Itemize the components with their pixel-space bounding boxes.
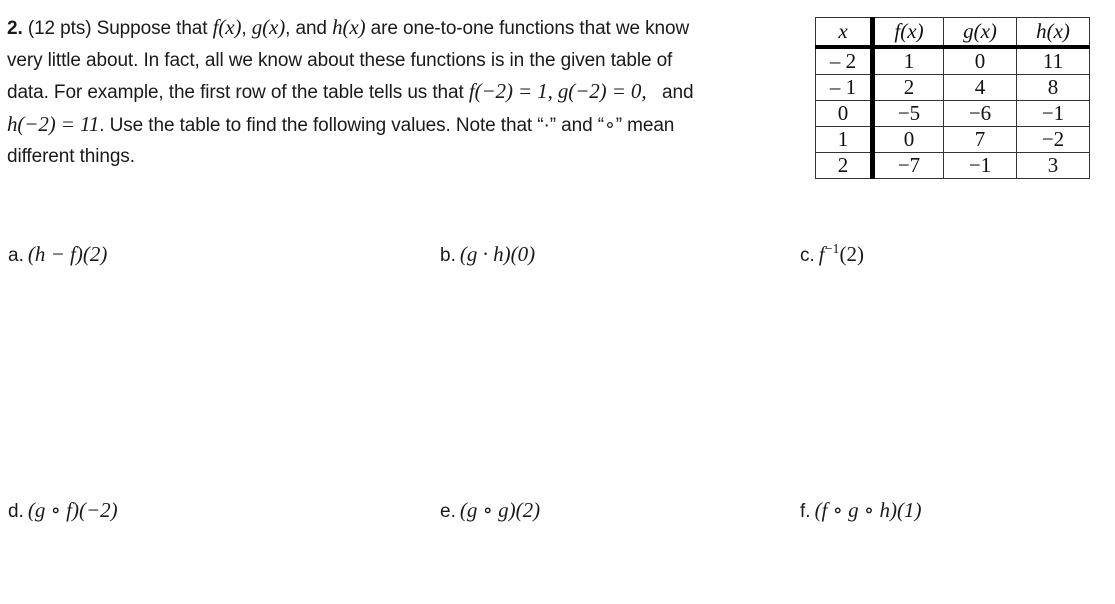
cell-hx: 11	[1016, 46, 1090, 75]
problem-line-4: h(−2) = 11. Use the table to find the fo…	[7, 109, 797, 142]
text-segment: different things.	[7, 146, 135, 167]
question-expression: (g · h)(0)	[459, 242, 536, 266]
question-expression: f−1(2)	[819, 242, 864, 266]
header-x: x	[815, 17, 875, 49]
question-label: e.	[440, 501, 456, 522]
question-c: c. f−1(2)	[800, 242, 864, 267]
text-segment: ,	[241, 18, 252, 39]
text-segment: and	[646, 82, 694, 103]
cell-x: – 1	[815, 74, 875, 101]
header-fx: f(x)	[872, 17, 944, 49]
question-label: d.	[8, 501, 24, 522]
math-fx: f(x)	[212, 15, 242, 39]
question-label: f.	[800, 501, 811, 522]
question-expression: (h − f)(2)	[27, 242, 108, 266]
table-row: 0 −5 −6 −1	[815, 100, 1090, 127]
table-row: 2 −7 −1 3	[815, 152, 1090, 179]
header-gx: g(x)	[943, 17, 1017, 49]
cell-fx: 0	[872, 126, 944, 153]
math-gx: g(x)	[251, 15, 286, 39]
text-segment: are one-to-one functions that we know	[365, 18, 690, 39]
problem-points: (12 pts)	[27, 18, 92, 39]
question-expression: (f ∘ g ∘ h)(1)	[814, 498, 922, 522]
math-h-example: h(−2) = 11	[7, 111, 100, 136]
cell-x: – 2	[815, 46, 875, 75]
function-values-table: x f(x) g(x) h(x) – 2 1 0 11 – 1 2 4 8 0 …	[815, 17, 1090, 179]
cell-gx: 4	[943, 74, 1017, 101]
text-segment: Suppose that	[91, 18, 213, 39]
table-row: – 1 2 4 8	[815, 74, 1090, 101]
cell-hx: 8	[1016, 74, 1090, 101]
question-e: e. (g ∘ g)(2)	[440, 498, 540, 523]
problem-line-2: very little about. In fact, all we know …	[7, 45, 797, 77]
cell-hx: −1	[1016, 100, 1090, 127]
cell-fx: −5	[872, 100, 944, 127]
text-segment: very little about. In fact, all we know …	[7, 49, 673, 71]
cell-gx: −6	[943, 100, 1017, 127]
question-label: c.	[800, 245, 815, 266]
text-segment: data. For example, the first row of the …	[7, 82, 469, 103]
cell-gx: 0	[943, 46, 1017, 75]
problem-line-1: 2. (12 pts) Suppose that f(x), g(x), and…	[7, 12, 797, 45]
cell-hx: −2	[1016, 126, 1090, 153]
question-a: a. (h − f)(2)	[8, 242, 107, 267]
cell-fx: 2	[872, 74, 944, 101]
question-d: d. (g ∘ f)(−2)	[8, 498, 118, 523]
question-f: f. (f ∘ g ∘ h)(1)	[800, 498, 921, 523]
expr-tail: (2)	[839, 242, 865, 266]
problem-line-3: data. For example, the first row of the …	[7, 76, 797, 109]
cell-x: 1	[815, 126, 875, 153]
text-segment: , and	[285, 18, 333, 39]
question-label: a.	[8, 245, 24, 266]
question-label: b.	[440, 245, 456, 266]
table-row: – 2 1 0 11	[815, 46, 1090, 75]
math-hx: h(x)	[332, 15, 366, 39]
cell-x: 0	[815, 100, 875, 127]
question-b: b. (g · h)(0)	[440, 242, 535, 267]
cell-gx: −1	[943, 152, 1017, 179]
problem-statement: 2. (12 pts) Suppose that f(x), g(x), and…	[7, 12, 797, 173]
cell-gx: 7	[943, 126, 1017, 153]
question-expression: (g ∘ f)(−2)	[27, 498, 118, 522]
problem-number: 2.	[7, 18, 23, 39]
expr-superscript: −1	[824, 242, 840, 257]
text-segment: . Use the table to find the following va…	[99, 114, 675, 136]
header-hx: h(x)	[1016, 17, 1090, 49]
table-row: 1 0 7 −2	[815, 126, 1090, 153]
problem-line-5: different things.	[7, 141, 797, 173]
math-example-values: f(−2) = 1, g(−2) = 0,	[468, 79, 647, 103]
cell-x: 2	[815, 152, 875, 179]
cell-fx: −7	[872, 152, 944, 179]
question-expression: (g ∘ g)(2)	[459, 498, 541, 522]
table-header-row: x f(x) g(x) h(x)	[815, 17, 1090, 49]
cell-fx: 1	[872, 46, 944, 75]
cell-hx: 3	[1016, 152, 1090, 179]
